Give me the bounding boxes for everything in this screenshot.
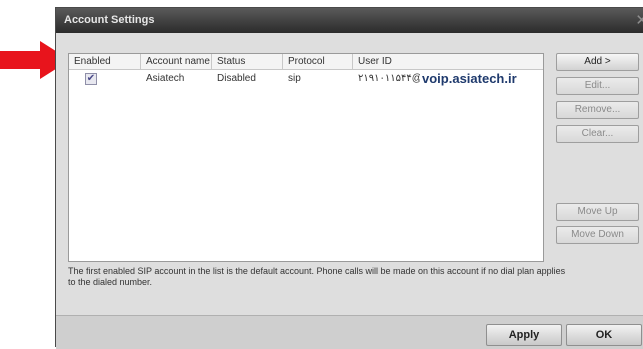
column-enabled[interactable]: Enabled	[69, 54, 141, 69]
account-name-cell: Asiatech	[146, 73, 185, 84]
apply-button[interactable]: Apply	[486, 324, 562, 346]
close-icon[interactable]: ✕	[635, 11, 643, 29]
add-button[interactable]: Add >	[556, 53, 639, 71]
column-account-name[interactable]: Account name	[141, 54, 212, 69]
dialog-title: Account Settings	[64, 14, 155, 26]
column-status[interactable]: Status	[212, 54, 283, 69]
table-row[interactable]: ✔ Asiatech Disabled sip ۲۱۹۱۰۱۱۵۴۴@ voip…	[69, 70, 543, 88]
info-text: The first enabled SIP account in the lis…	[68, 266, 566, 287]
edit-button[interactable]: Edit...	[556, 77, 639, 95]
remove-button[interactable]: Remove...	[556, 101, 639, 119]
column-protocol[interactable]: Protocol	[283, 54, 353, 69]
title-bar: Account Settings ✕	[56, 8, 643, 33]
column-user-id[interactable]: User ID	[353, 54, 545, 69]
dialog-footer: Apply OK	[56, 315, 643, 349]
enabled-checkbox[interactable]: ✔	[85, 73, 97, 85]
user-id-cell: ۲۱۹۱۰۱۱۵۴۴@	[358, 70, 422, 88]
accounts-list[interactable]: Enabled Account name Status Protocol Use…	[68, 53, 544, 262]
ok-button[interactable]: OK	[566, 324, 642, 346]
account-settings-dialog: Account Settings ✕ Enabled Account name …	[55, 7, 643, 349]
status-cell: Disabled	[217, 73, 256, 84]
list-header: Enabled Account name Status Protocol Use…	[69, 54, 543, 70]
clear-button[interactable]: Clear...	[556, 125, 639, 143]
user-id-domain: voip.asiatech.ir	[420, 71, 519, 87]
protocol-cell: sip	[288, 73, 301, 84]
user-id-number: ۲۱۹۱۰۱۱۵۴۴	[358, 73, 412, 84]
move-up-button[interactable]: Move Up	[556, 203, 639, 221]
move-down-button[interactable]: Move Down	[556, 226, 639, 244]
checkbox-checked-icon: ✔	[86, 73, 96, 84]
